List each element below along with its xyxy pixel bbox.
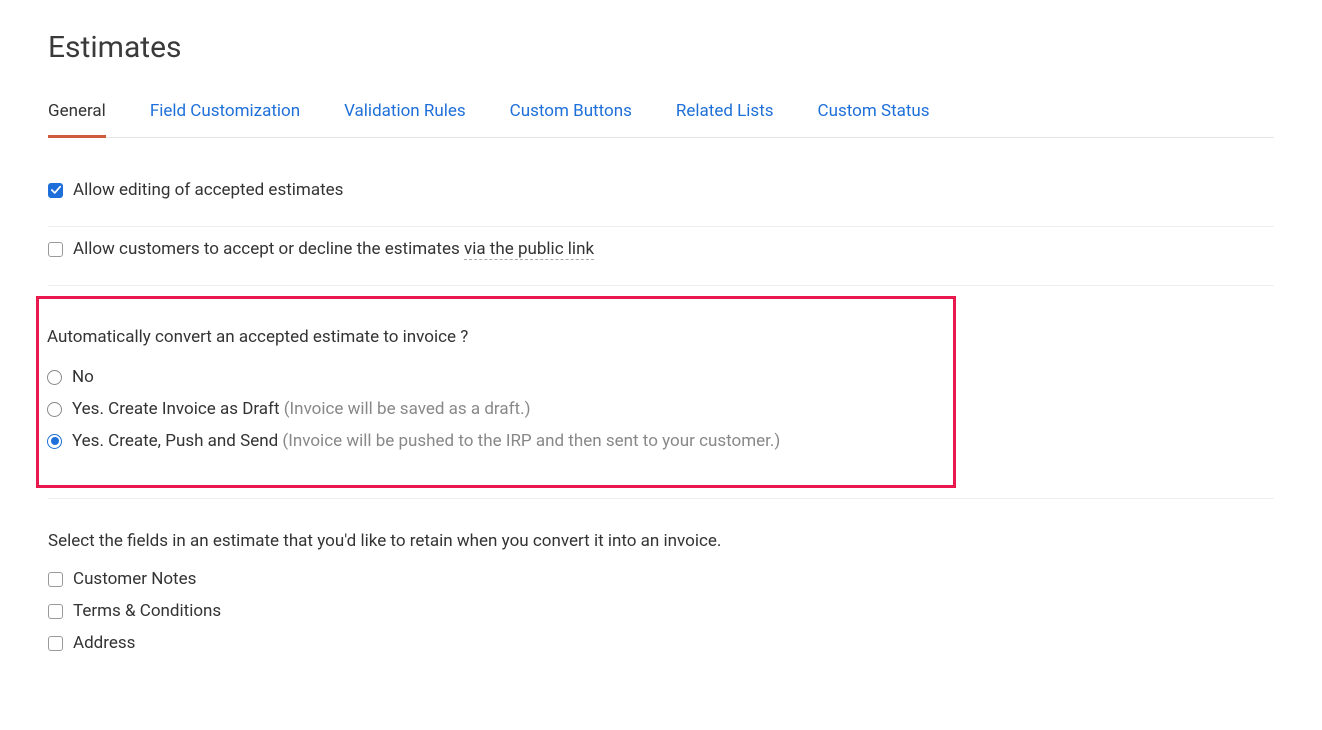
checkbox-label-allow-public: Allow customers to accept or decline the…	[73, 239, 594, 259]
checkbox-address[interactable]	[48, 636, 63, 651]
section-retain: Select the fields in an estimate that yo…	[48, 499, 1274, 681]
radio-label-push-send: Yes. Create, Push and Send (Invoice will…	[72, 431, 780, 451]
checkbox-row-allow-public[interactable]: Allow customers to accept or decline the…	[48, 235, 1274, 263]
checkbox-label-customer-notes: Customer Notes	[73, 569, 196, 589]
radio-hint-draft: (Invoice will be saved as a draft.)	[284, 399, 531, 419]
radio-push-send[interactable]	[47, 434, 62, 449]
section-allow-public: Allow customers to accept or decline the…	[48, 227, 1274, 286]
tab-custom-buttons[interactable]: Custom Buttons	[510, 101, 632, 137]
section-allow-edit: Allow editing of accepted estimates	[48, 168, 1274, 227]
radio-no[interactable]	[47, 370, 62, 385]
retain-field-list: Customer Notes Terms & Conditions Addres…	[48, 563, 1274, 659]
retain-label: Select the fields in an estimate that yo…	[48, 531, 1274, 551]
tab-field-customization[interactable]: Field Customization	[150, 101, 300, 137]
radio-draft[interactable]	[47, 402, 62, 417]
page-title: Estimates	[48, 30, 1274, 65]
checkbox-allow-edit[interactable]	[48, 183, 63, 198]
radio-row-no[interactable]: No	[47, 361, 945, 393]
checkbox-customer-notes[interactable]	[48, 572, 63, 587]
tab-bar: General Field Customization Validation R…	[48, 101, 1274, 138]
tab-custom-status[interactable]: Custom Status	[818, 101, 930, 137]
tab-related-lists[interactable]: Related Lists	[676, 101, 774, 137]
radio-label-draft-text: Yes. Create Invoice as Draft	[72, 399, 284, 419]
checkbox-label-allow-edit: Allow editing of accepted estimates	[73, 180, 343, 200]
checkbox-row-allow-edit[interactable]: Allow editing of accepted estimates	[48, 176, 1274, 204]
convert-question: Automatically convert an accepted estima…	[47, 327, 945, 347]
checkbox-row-address[interactable]: Address	[48, 627, 1274, 659]
checkbox-label-address: Address	[73, 633, 135, 653]
tab-general[interactable]: General	[48, 101, 106, 138]
highlight-box: Automatically convert an accepted estima…	[36, 296, 956, 488]
section-convert: Automatically convert an accepted estima…	[48, 296, 1274, 499]
radio-label-no: No	[72, 367, 94, 387]
tab-validation-rules[interactable]: Validation Rules	[344, 101, 466, 137]
checkbox-terms[interactable]	[48, 604, 63, 619]
radio-label-push-send-text: Yes. Create, Push and Send	[72, 431, 282, 451]
label-dotted-link: via the public link	[464, 239, 594, 260]
label-prefix: Allow customers to accept or decline the…	[73, 239, 464, 259]
radio-row-draft[interactable]: Yes. Create Invoice as Draft (Invoice wi…	[47, 393, 945, 425]
check-icon	[51, 185, 61, 195]
radio-row-push-send[interactable]: Yes. Create, Push and Send (Invoice will…	[47, 425, 945, 457]
checkbox-label-terms: Terms & Conditions	[73, 601, 221, 621]
radio-label-draft: Yes. Create Invoice as Draft (Invoice wi…	[72, 399, 530, 419]
checkbox-row-terms[interactable]: Terms & Conditions	[48, 595, 1274, 627]
checkbox-row-customer-notes[interactable]: Customer Notes	[48, 563, 1274, 595]
radio-hint-push-send: (Invoice will be pushed to the IRP and t…	[282, 431, 780, 451]
checkbox-allow-public[interactable]	[48, 242, 63, 257]
